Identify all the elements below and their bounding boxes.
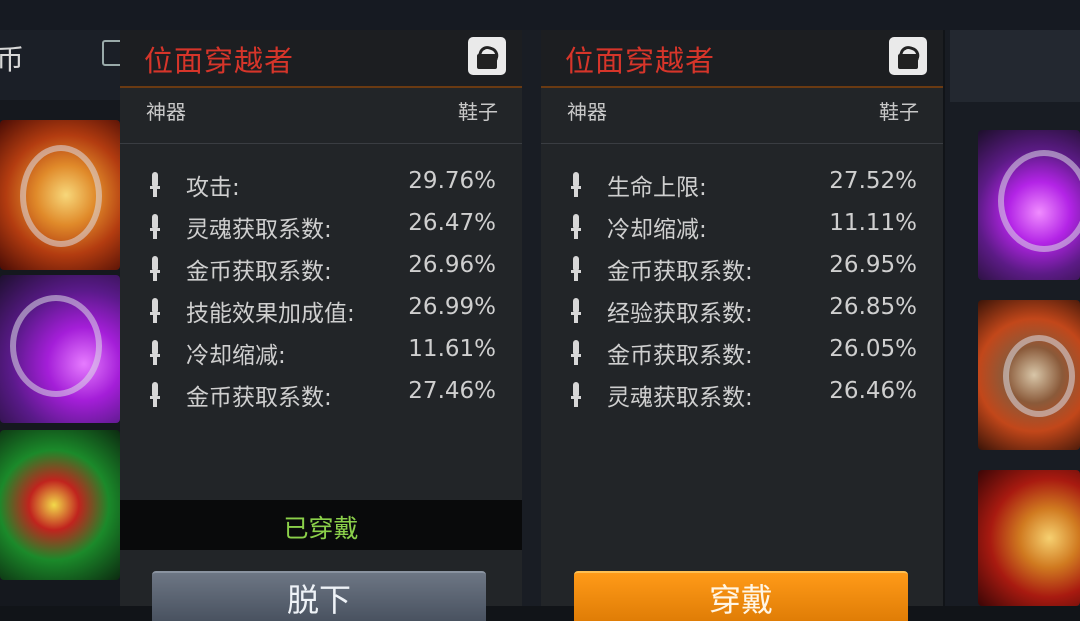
stat-row: 经验获取系数: 26.85% [541, 292, 943, 334]
stat-value: 29.76% [408, 168, 496, 194]
stat-name: 生命上限: [607, 175, 707, 201]
stat-name: 金币获取系数: [186, 259, 332, 285]
card-subheader: 神器 鞋子 [120, 88, 522, 144]
equipped-status-label: 已穿戴 [283, 514, 359, 543]
unequip-button-label: 脱下 [286, 581, 351, 619]
stat-value: 26.99% [408, 294, 496, 320]
item-slot: 鞋子 [458, 100, 498, 124]
sword-icon [571, 172, 581, 198]
stat-value: 26.46% [829, 378, 917, 404]
item-slot: 鞋子 [879, 100, 919, 124]
stat-row: 金币获取系数: 27.46% [120, 376, 522, 418]
stat-name: 技能效果加成值: [186, 301, 355, 327]
sword-icon [150, 172, 160, 198]
stat-value: 26.05% [829, 336, 917, 362]
unequip-button[interactable]: 脱下 [152, 571, 486, 621]
stat-name: 冷却缩减: [607, 217, 707, 243]
stat-value: 26.96% [408, 252, 496, 278]
stat-value: 27.52% [829, 168, 917, 194]
unlock-icon[interactable] [889, 37, 927, 75]
stat-value: 27.46% [408, 378, 496, 404]
stat-row: 灵魂获取系数: 26.47% [120, 208, 522, 250]
panel-gap [520, 30, 542, 606]
stat-row: 冷却缩减: 11.61% [120, 334, 522, 376]
item-thumbnail-fire-orb[interactable] [0, 120, 120, 270]
stat-name: 灵魂获取系数: [607, 385, 753, 411]
item-category: 神器 [567, 100, 607, 124]
equipped-status-bar: 已穿戴 [120, 500, 522, 550]
stat-name: 金币获取系数: [607, 343, 753, 369]
stat-value: 26.47% [408, 210, 496, 236]
stat-row: 技能效果加成值: 26.99% [120, 292, 522, 334]
sword-icon [571, 214, 581, 240]
artifact-card-equipped: 位面穿越者 神器 鞋子 攻击: 29.76% 灵魂获取系数: 26.47% 金币获取… [120, 30, 522, 621]
left-panel-title: 币 [0, 43, 25, 76]
equip-button-label: 穿戴 [708, 581, 773, 619]
stat-name: 经验获取系数: [607, 301, 753, 327]
card-header: 位面穿越者 [541, 30, 943, 88]
stat-value: 11.11% [829, 210, 917, 236]
card-title: 位面穿越者 [144, 44, 295, 78]
top-bar [0, 0, 1080, 30]
card-title: 位面穿越者 [565, 44, 716, 78]
stat-value: 26.95% [829, 252, 917, 278]
item-thumbnail-purple-orb-2[interactable] [978, 130, 1080, 280]
sword-icon [150, 256, 160, 282]
sword-icon [571, 298, 581, 324]
item-thumbnail-purple-orb[interactable] [0, 275, 120, 423]
sword-icon [150, 340, 160, 366]
stat-row: 灵魂获取系数: 26.46% [541, 376, 943, 418]
stat-name: 攻击: [186, 175, 240, 201]
stat-list: 攻击: 29.76% 灵魂获取系数: 26.47% 金币获取系数: 26.96% 技能… [120, 166, 522, 418]
stat-row: 攻击: 29.76% [120, 166, 522, 208]
item-thumbnail-fire-gauntlet[interactable] [978, 470, 1080, 606]
stat-name: 金币获取系数: [186, 385, 332, 411]
equip-button[interactable]: 穿戴 [574, 571, 908, 621]
sword-icon [150, 214, 160, 240]
stat-row: 生命上限: 27.52% [541, 166, 943, 208]
sword-icon [571, 340, 581, 366]
unlock-icon[interactable] [468, 37, 506, 75]
sword-icon [150, 382, 160, 408]
stat-list: 生命上限: 27.52% 冷却缩减: 11.11% 金币获取系数: 26.95% 经验… [541, 166, 943, 418]
sword-icon [571, 256, 581, 282]
right-panel-header [950, 30, 1080, 102]
item-thumbnail-green-claw[interactable] [0, 430, 120, 580]
stat-value: 26.85% [829, 294, 917, 320]
card-header: 位面穿越者 [120, 30, 522, 88]
sword-icon [571, 382, 581, 408]
stat-value: 11.61% [408, 336, 496, 362]
stat-row: 金币获取系数: 26.95% [541, 250, 943, 292]
stat-name: 灵魂获取系数: [186, 217, 332, 243]
item-category: 神器 [146, 100, 186, 124]
stat-row: 冷却缩减: 11.11% [541, 208, 943, 250]
stat-row: 金币获取系数: 26.96% [120, 250, 522, 292]
item-thumbnail-armor[interactable] [978, 300, 1080, 450]
stat-name: 金币获取系数: [607, 259, 753, 285]
stat-name: 冷却缩减: [186, 343, 286, 369]
stat-row: 金币获取系数: 26.05% [541, 334, 943, 376]
artifact-card-candidate: 位面穿越者 神器 鞋子 生命上限: 27.52% 冷却缩减: 11.11% 金币获取… [541, 30, 943, 621]
card-subheader: 神器 鞋子 [541, 88, 943, 144]
sword-icon [150, 298, 160, 324]
